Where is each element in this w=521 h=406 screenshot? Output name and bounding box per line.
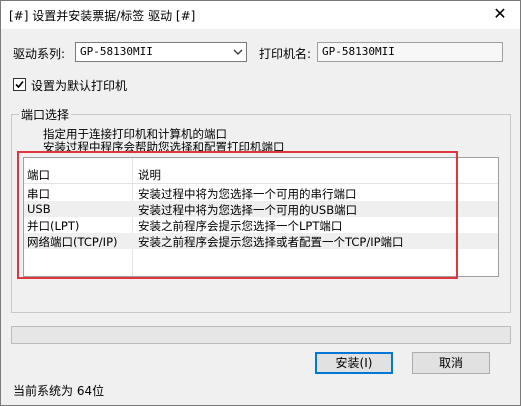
driver-series-label: 驱动系列:: [13, 47, 66, 61]
table-row[interactable]: USB 安装过程中将为您选择一个可用的USB端口: [24, 201, 498, 217]
port-group-title: 端口选择: [19, 106, 72, 123]
column-header-desc: 说明: [138, 168, 161, 182]
column-header-port: 端口: [27, 168, 50, 182]
header-separator: [24, 183, 498, 184]
row-desc: 安装过程中将为您选择一个可用的串行端口: [138, 187, 357, 201]
table-row[interactable]: 网络端口(TCP/IP) 安装之前程序会提示您选择或者配置一个TCP/IP端口: [24, 233, 498, 249]
row-desc: 安装之前程序会提示您选择或者配置一个TCP/IP端口: [138, 235, 404, 249]
port-desc-line2: 安装过程中程序会帮助您选择和配置打印机端口: [43, 140, 285, 154]
printer-name-value: GP-58130MII: [322, 45, 395, 58]
row-port: 网络端口(TCP/IP): [27, 235, 118, 249]
row-desc: 安装之前程序会提示您选择一个LPT端口: [138, 219, 343, 233]
port-list[interactable]: 端口 说明 串口 安装过程中将为您选择一个可用的串行端口 USB 安装过程中将为…: [23, 157, 499, 277]
install-progress-bar: [11, 326, 511, 344]
default-printer-checkbox[interactable]: [13, 78, 26, 91]
list-header: 端口 说明: [24, 166, 498, 182]
close-icon[interactable]: ✕: [480, 1, 520, 29]
row-port: USB: [27, 202, 51, 216]
system-info-text: 当前系统为 64位: [13, 384, 105, 398]
title-bar: [#] 设置并安装票据/标签 驱动 [#] ✕: [1, 1, 520, 29]
driver-series-value: GP-58130MII: [80, 45, 153, 58]
cancel-button[interactable]: 取消: [412, 352, 490, 374]
window-title: [#] 设置并安装票据/标签 驱动 [#]: [9, 9, 196, 23]
row-port: 并口(LPT): [27, 219, 80, 233]
chevron-down-icon: [233, 49, 243, 55]
printer-name-label: 打印机名:: [259, 47, 312, 61]
table-row[interactable]: 并口(LPT) 安装之前程序会提示您选择一个LPT端口: [24, 217, 498, 233]
row-desc: 安装过程中将为您选择一个可用的USB端口: [138, 203, 358, 217]
printer-name-input[interactable]: GP-58130MII: [317, 42, 503, 62]
install-button[interactable]: 安装(I): [315, 352, 393, 374]
checkmark-icon: [15, 80, 24, 89]
driver-series-dropdown[interactable]: GP-58130MII: [75, 42, 247, 62]
default-printer-label: 设置为默认打印机: [31, 79, 128, 93]
installer-window: [#] 设置并安装票据/标签 驱动 [#] ✕ 驱动系列: GP-58130MI…: [0, 0, 521, 406]
row-port: 串口: [27, 187, 50, 201]
table-row[interactable]: 串口 安装过程中将为您选择一个可用的串行端口: [24, 185, 498, 201]
